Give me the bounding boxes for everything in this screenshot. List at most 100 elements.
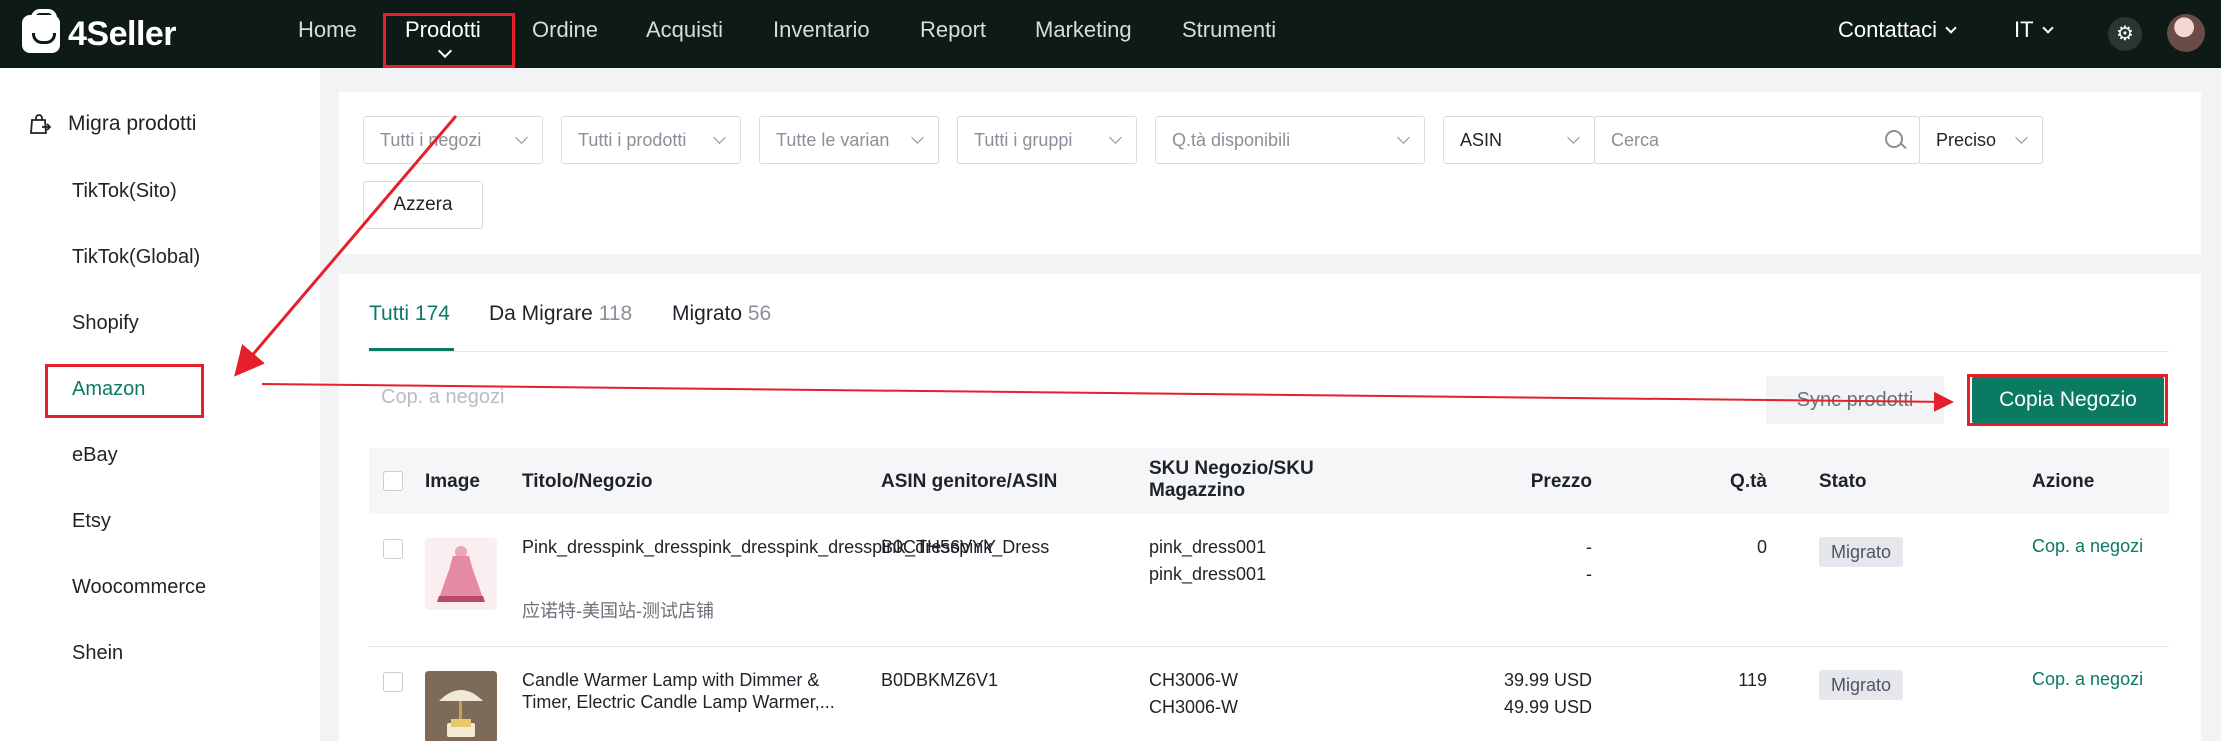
table-header: Image Titolo/Negozio ASIN genitore/ASIN … — [369, 448, 2169, 514]
price-primary: 39.99 USD — [1503, 670, 1592, 690]
chevron-down-icon — [911, 131, 924, 144]
col-image: Image — [425, 471, 480, 492]
copy-to-stores-bulk-button[interactable]: Cop. a negozi — [381, 386, 504, 409]
variant-filter-value: Tutte le varian — [776, 130, 890, 150]
sidebar-header[interactable]: Migra prodotti — [28, 112, 196, 136]
tab-all-count: 174 — [414, 302, 450, 325]
chevron-down-icon — [1109, 131, 1122, 144]
sidebar-item-ebay[interactable]: eBay — [72, 444, 118, 467]
nav-home[interactable]: Home — [298, 17, 357, 43]
highlight-box-prodotti — [383, 13, 515, 68]
match-mode-select[interactable]: Preciso — [1919, 116, 2043, 164]
col-qty: Q.tà — [1730, 471, 1767, 492]
tab-migrated-count: 56 — [747, 302, 772, 325]
tab-migrated-label: Migrato — [672, 302, 743, 325]
group-filter-select[interactable]: Tutti i gruppi — [957, 116, 1137, 164]
available-qty-value: Q.tà disponibili — [1172, 130, 1291, 150]
search-field-select[interactable]: ASIN — [1443, 116, 1595, 164]
col-title: Titolo/Negozio — [522, 471, 653, 492]
product-filter-select[interactable]: Tutti i prodotti — [561, 116, 741, 164]
brand-logo[interactable]: 4Seller — [22, 9, 177, 56]
product-title[interactable]: Pink_dresspink_dresspink_dresspink_dress… — [522, 536, 1049, 558]
price-secondary: - — [1586, 564, 1592, 584]
nav-strumenti[interactable]: Strumenti — [1182, 17, 1276, 43]
settings-button[interactable]: ⚙ — [2108, 17, 2142, 51]
tab-migrated[interactable]: Migrato 56 — [672, 302, 771, 326]
reset-button[interactable]: Azzera — [363, 181, 483, 229]
store-name: 应诺特-美国站-测试店铺 — [522, 601, 714, 621]
language-menu[interactable]: IT — [2014, 17, 2054, 43]
product-filter-value: Tutti i prodotti — [578, 130, 687, 150]
nav-acquisti[interactable]: Acquisti — [646, 17, 723, 43]
chevron-down-icon — [1567, 131, 1580, 144]
select-all-checkbox[interactable] — [383, 471, 403, 491]
highlight-box-copy-store — [1967, 374, 2168, 426]
gear-icon: ⚙ — [2116, 23, 2134, 45]
group-filter-value: Tutti i gruppi — [974, 130, 1073, 150]
chevron-down-icon — [713, 131, 726, 144]
table-row: Pink_dresspink_dresspink_dresspink_dress… — [369, 514, 2169, 647]
sidebar-header-label: Migra prodotti — [68, 112, 197, 135]
copy-to-stores-link[interactable]: Cop. a negozi — [2032, 669, 2143, 690]
filter-panel: Tutti i negozi Tutti i prodotti Tutte le… — [339, 92, 2201, 254]
store-filter-value: Tutti i negozi — [380, 130, 482, 150]
row-checkbox[interactable] — [383, 672, 403, 692]
col-sku-line2: Magazzino — [1149, 480, 1246, 501]
sidebar-item-tiktok-global[interactable]: TikTok(Global) — [72, 246, 200, 269]
brand-name: 4Seller — [68, 14, 177, 53]
row-checkbox[interactable] — [383, 539, 403, 559]
sidebar-item-tiktok-sito[interactable]: TikTok(Sito) — [72, 180, 177, 203]
store-filter-select[interactable]: Tutti i negozi — [363, 116, 543, 164]
highlight-box-amazon — [45, 364, 204, 418]
asin-value: B0CTH56VYY — [881, 537, 997, 557]
variant-filter-select[interactable]: Tutte le varian — [759, 116, 939, 164]
store-sku: pink_dress001 — [1149, 537, 1267, 557]
copy-to-stores-link[interactable]: Cop. a negozi — [2032, 536, 2143, 557]
store-sku: CH3006-W — [1149, 670, 1239, 690]
search-placeholder: Cerca — [1611, 130, 1660, 150]
price-primary: - — [1586, 537, 1592, 557]
active-tab-indicator — [369, 348, 454, 351]
candle-warmer-lamp-thumbnail — [425, 671, 497, 741]
col-asin: ASIN genitore/ASIN — [881, 471, 1058, 492]
chevron-down-icon — [1945, 22, 1957, 34]
tab-all[interactable]: Tutti 174 — [369, 302, 450, 326]
contact-label: Contattaci — [1838, 17, 1938, 42]
nav-inventario[interactable]: Inventario — [773, 17, 870, 43]
warehouse-sku: pink_dress001 — [1149, 564, 1267, 584]
avatar[interactable] — [2167, 14, 2205, 52]
quantity-value: 119 — [1738, 670, 1767, 690]
sidebar-item-woocommerce[interactable]: Woocommerce — [72, 576, 206, 599]
sidebar-item-etsy[interactable]: Etsy — [72, 510, 111, 533]
status-badge: Migrato — [1819, 537, 1904, 567]
sync-products-button[interactable]: Sync prodotti — [1766, 376, 1944, 424]
contact-menu[interactable]: Contattaci — [1838, 17, 1957, 43]
col-sku: SKU Negozio/SKU Magazzino — [1149, 458, 1314, 502]
price-secondary: 49.99 USD — [1503, 697, 1592, 717]
sidebar-item-shopify[interactable]: Shopify — [72, 312, 139, 335]
chevron-down-icon — [2041, 22, 2054, 34]
search-icon[interactable] — [1885, 130, 1903, 148]
nav-ordine[interactable]: Ordine — [532, 17, 598, 43]
tab-all-label: Tutti — [369, 302, 410, 325]
search-input[interactable]: Cerca — [1594, 116, 1920, 164]
product-title[interactable]: Candle Warmer Lamp with Dimmer & Timer, … — [522, 669, 862, 713]
quantity-value: 0 — [1756, 537, 1767, 557]
available-qty-select[interactable]: Q.tà disponibili — [1155, 116, 1425, 164]
language-label: IT — [2014, 17, 2034, 42]
col-status: Stato — [1819, 471, 1867, 492]
top-navigation-bar: 4Seller Home Prodotti Ordine Acquisti In… — [0, 0, 2221, 68]
product-image[interactable] — [425, 671, 497, 741]
sidebar-item-shein[interactable]: Shein — [72, 642, 123, 665]
chevron-down-icon — [515, 131, 528, 144]
chevron-down-icon — [1397, 131, 1410, 144]
product-image[interactable] — [425, 538, 497, 610]
tab-to-migrate-count: 118 — [598, 302, 633, 325]
tabs-divider — [369, 351, 2169, 352]
nav-report[interactable]: Report — [920, 17, 986, 43]
match-mode-value: Preciso — [1936, 130, 1997, 150]
nav-marketing[interactable]: Marketing — [1035, 17, 1132, 43]
col-action: Azione — [2032, 471, 2095, 492]
tab-to-migrate[interactable]: Da Migrare 118 — [489, 302, 632, 326]
chevron-down-icon — [2015, 131, 2028, 144]
